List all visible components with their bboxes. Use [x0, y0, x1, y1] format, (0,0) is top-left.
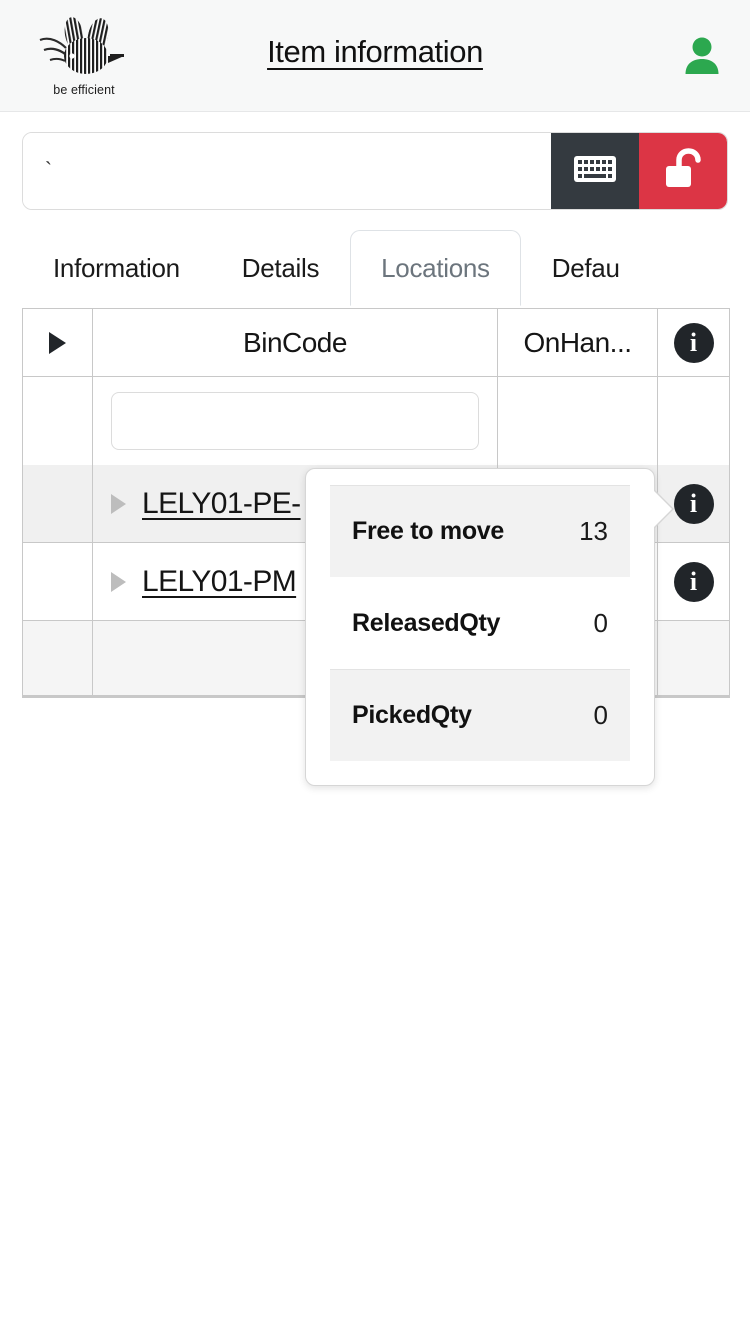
row-expand-caret-icon[interactable] — [111, 572, 126, 592]
unlock-icon — [662, 147, 704, 196]
unlock-toggle-button[interactable] — [639, 133, 727, 209]
grid-filter-row — [23, 377, 729, 465]
tab-information[interactable]: Information — [22, 230, 211, 306]
quantity-details-popover: Free to move 13 ReleasedQty 0 PickedQty … — [305, 468, 674, 786]
grid-filter-bincode-cell — [93, 377, 498, 465]
popover-row-picked-qty: PickedQty 0 — [330, 669, 630, 761]
search-bar — [22, 132, 728, 210]
app-header: be efficient Item information — [0, 0, 750, 112]
brand-tagline: be efficient — [53, 82, 115, 97]
grid-header-bincode[interactable]: BinCode — [93, 309, 498, 377]
grid-filter-expand-cell — [23, 377, 93, 465]
grid-filter-onhand-cell — [498, 377, 658, 465]
popover-label: Free to move — [352, 517, 505, 545]
tab-locations[interactable]: Locations — [350, 230, 521, 306]
expand-caret-icon — [49, 332, 66, 354]
popover-label: PickedQty — [352, 701, 472, 729]
grid-header-onhand-label: OnHan... — [523, 327, 632, 358]
info-icon[interactable]: i — [673, 323, 714, 363]
keyboard-toggle-button[interactable] — [551, 133, 639, 209]
info-icon[interactable]: i — [673, 484, 714, 524]
tab-details[interactable]: Details — [211, 230, 350, 306]
popover-label: ReleasedQty — [352, 609, 501, 637]
grid-header-info[interactable]: i — [658, 309, 729, 377]
page-title: Item information — [267, 34, 483, 69]
popover-row-free-to-move: Free to move 13 — [330, 485, 630, 577]
search-input[interactable] — [23, 133, 551, 209]
tab-defaults[interactable]: Defau — [521, 230, 651, 306]
bincode-filter-input[interactable] — [111, 392, 479, 450]
bincode-link[interactable]: LELY01-PE- — [142, 487, 301, 521]
keyboard-icon — [573, 152, 617, 191]
popover-value: 0 — [593, 608, 608, 638]
tab-strip: Information Details Locations Defau — [22, 228, 750, 306]
grid-filter-info-cell — [658, 377, 729, 465]
popover-row-released-qty: ReleasedQty 0 — [330, 577, 630, 669]
grid-expand-all-button[interactable] — [23, 309, 93, 377]
grid-header-onhand[interactable]: OnHan... — [498, 309, 658, 377]
row-expand-cell — [23, 543, 93, 621]
footer-expand-cell — [23, 621, 93, 697]
row-expand-cell — [23, 465, 93, 543]
grid-header-row: BinCode OnHan... i — [23, 309, 729, 377]
footer-info-cell — [658, 621, 729, 697]
popover-value: 13 — [579, 516, 608, 546]
row-expand-caret-icon[interactable] — [111, 494, 126, 514]
popover-arrow-inner-icon — [653, 490, 672, 528]
popover-value: 0 — [593, 700, 608, 730]
user-account-button[interactable] — [678, 33, 726, 81]
info-icon[interactable]: i — [673, 562, 714, 602]
row-info-cell: i — [658, 543, 729, 621]
grid-header-bincode-label: BinCode — [243, 327, 347, 358]
app-root: be efficient Item information ` Informat… — [0, 0, 750, 1334]
bincode-link[interactable]: LELY01-PM — [142, 565, 297, 599]
user-person-icon — [681, 34, 723, 81]
